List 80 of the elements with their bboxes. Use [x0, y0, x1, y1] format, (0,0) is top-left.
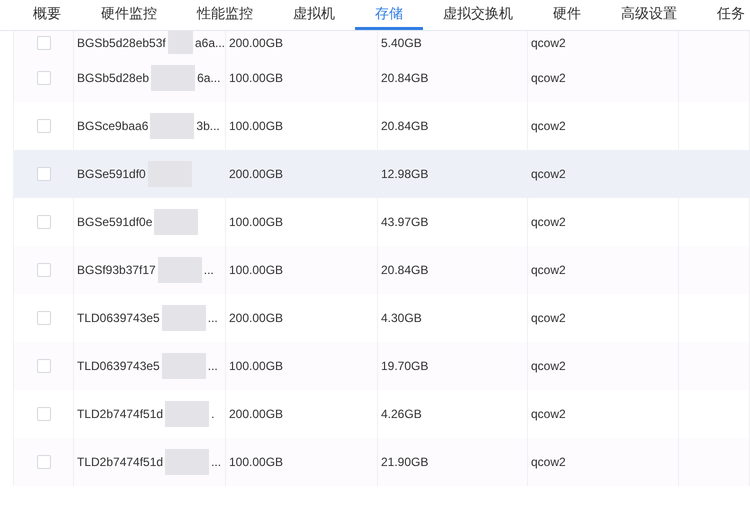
redacted-block — [151, 65, 196, 91]
format-cell: qcow2 — [531, 263, 566, 277]
disk-name: BGSb5d28eb — [77, 71, 150, 85]
tab[interactable]: 硬件监控 — [81, 0, 177, 30]
format-cell: qcow2 — [531, 167, 566, 181]
table-row[interactable]: TLD2b7474f51d ... 100.00GB 21.90GB qcow2 — [14, 438, 750, 486]
format-cell: qcow2 — [531, 359, 566, 373]
disk-name-tail: a6a... — [194, 36, 225, 50]
table-row[interactable]: BGSf93b37f17 ... 100.00GB 20.84GB qcow2 — [14, 246, 750, 294]
tab[interactable]: 高级设置 — [601, 0, 697, 30]
used-cell: 5.40GB — [381, 36, 422, 50]
used-cell: 4.26GB — [381, 407, 422, 421]
used-cell: 43.97GB — [381, 215, 428, 229]
disk-name: TLD2b7474f51d — [77, 455, 164, 469]
row-checkbox[interactable] — [36, 36, 50, 50]
row-checkbox[interactable] — [36, 71, 50, 85]
capacity-cell: 100.00GB — [229, 455, 284, 469]
redacted-block — [165, 449, 210, 475]
capacity-cell: 200.00GB — [229, 36, 284, 50]
row-checkbox[interactable] — [36, 215, 50, 229]
capacity-cell: 100.00GB — [229, 263, 284, 277]
disk-name: TLD0639743e5 — [77, 359, 160, 373]
disk-name-tail: ... — [208, 311, 218, 325]
disk-name: BGSe591df0e — [77, 215, 152, 229]
capacity-cell: 100.00GB — [229, 71, 284, 85]
disk-name-tail: ... — [208, 359, 218, 373]
disk-name-tail: 6a... — [197, 71, 220, 85]
capacity-cell: 200.00GB — [229, 167, 284, 181]
row-checkbox[interactable] — [36, 311, 50, 325]
used-cell: 21.90GB — [381, 455, 428, 469]
capacity-cell: 200.00GB — [229, 407, 284, 421]
format-cell: qcow2 — [531, 71, 566, 85]
capacity-cell: 200.00GB — [229, 311, 284, 325]
table-row[interactable]: BGSb5d28eb53f a6a... 200.00GB 5.40GB qcow2 — [14, 31, 750, 54]
disk-name: TLD2b7474f51d — [77, 407, 164, 421]
used-cell: 20.84GB — [381, 119, 428, 133]
format-cell: qcow2 — [531, 36, 566, 50]
capacity-cell: 100.00GB — [229, 119, 284, 133]
table-row[interactable]: BGSb5d28eb 6a... 100.00GB 20.84GB qcow2 — [14, 54, 750, 102]
disk-name-tail: ... — [211, 455, 222, 469]
redacted-block — [162, 305, 206, 331]
tab[interactable]: 性能监控 — [177, 0, 273, 30]
redacted-block — [158, 257, 202, 283]
capacity-cell: 100.00GB — [229, 215, 284, 229]
row-checkbox[interactable] — [36, 407, 50, 421]
redacted-block — [150, 113, 194, 139]
table-row[interactable]: TLD0639743e5 ... 100.00GB 19.70GB qcow2 — [14, 342, 750, 390]
redacted-block — [154, 209, 198, 235]
format-cell: qcow2 — [531, 455, 566, 469]
disk-name: BGSe591df0 — [77, 167, 146, 181]
row-checkbox[interactable] — [36, 119, 50, 133]
disk-name: BGSb5d28eb53f — [77, 36, 166, 50]
table-row[interactable]: BGSe591df0 200.00GB 12.98GB qcow2 — [14, 150, 750, 198]
disk-name: TLD0639743e5 — [77, 311, 160, 325]
capacity-cell: 100.00GB — [229, 359, 284, 373]
tab[interactable]: 虚拟机 — [273, 0, 355, 30]
disk-name-tail: ... — [204, 263, 214, 277]
tab[interactable]: 概要 — [13, 0, 81, 30]
disk-name: BGSce9baa6 — [77, 119, 148, 133]
format-cell: qcow2 — [531, 215, 566, 229]
disk-name-tail: . — [211, 407, 214, 421]
row-checkbox[interactable] — [36, 455, 50, 469]
disk-name-tail: 3b... — [196, 119, 220, 133]
format-cell: qcow2 — [531, 311, 566, 325]
row-checkbox[interactable] — [36, 167, 50, 181]
row-checkbox[interactable] — [36, 359, 50, 373]
tab[interactable]: 虚拟交换机 — [423, 0, 533, 30]
tab[interactable]: 硬件 — [533, 0, 601, 30]
used-cell: 4.30GB — [381, 311, 422, 325]
used-cell: 20.84GB — [381, 71, 428, 85]
used-cell: 20.84GB — [381, 263, 428, 277]
redacted-block — [162, 353, 206, 379]
tab[interactable]: 任务 — [697, 0, 750, 30]
format-cell: qcow2 — [531, 119, 566, 133]
format-cell: qcow2 — [531, 407, 566, 421]
redacted-block — [165, 401, 210, 427]
used-cell: 12.98GB — [381, 167, 428, 181]
disk-name: BGSf93b37f17 — [77, 263, 156, 277]
used-cell: 19.70GB — [381, 359, 428, 373]
row-checkbox[interactable] — [36, 263, 50, 277]
